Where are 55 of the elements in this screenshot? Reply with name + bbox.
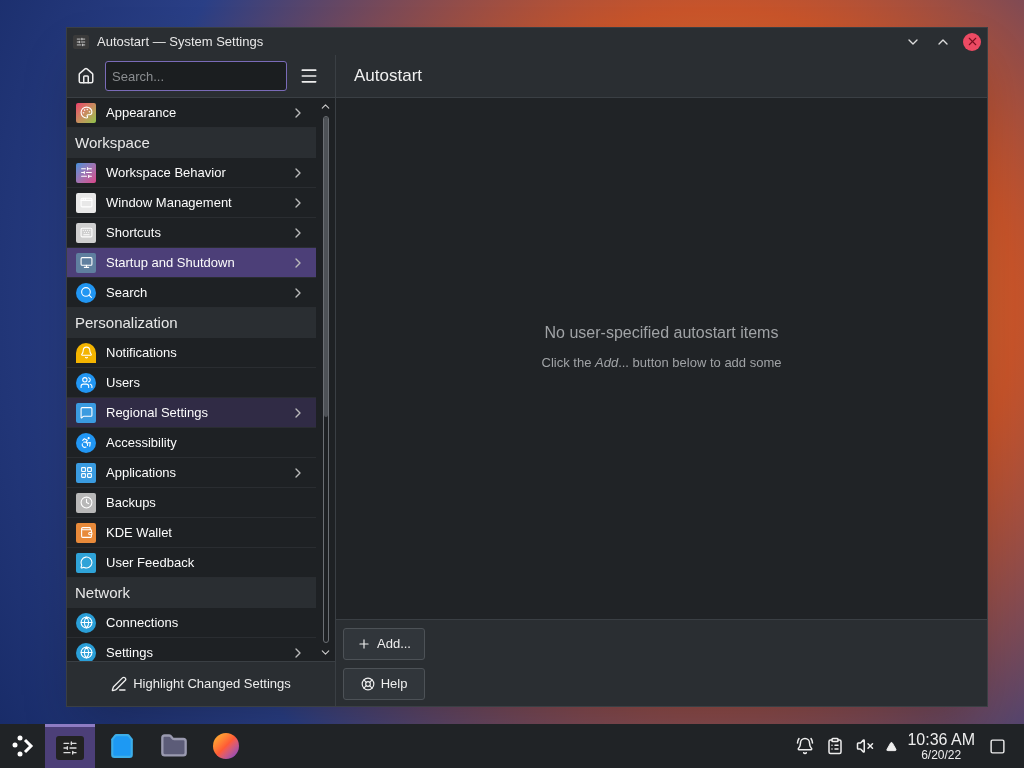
keyboard-icon xyxy=(76,222,96,243)
sidebar-item[interactable]: Connections xyxy=(67,608,316,638)
add-button[interactable]: Add... xyxy=(343,628,425,660)
browser-icon[interactable] xyxy=(213,733,239,759)
close-button[interactable] xyxy=(963,32,981,51)
clipboard-icon[interactable] xyxy=(826,737,845,755)
search-icon xyxy=(76,282,96,303)
show-desktop-icon[interactable] xyxy=(989,737,1006,755)
clock-time[interactable]: 10:36 AM xyxy=(907,731,975,748)
grid-icon xyxy=(76,462,96,483)
page-title: Autostart xyxy=(354,65,423,88)
notifications-icon[interactable] xyxy=(796,737,815,755)
sidebar-item[interactable]: Notifications xyxy=(67,338,316,368)
sidebar-item[interactable]: Applications xyxy=(67,458,316,488)
sidebar-item[interactable]: Regional Settings xyxy=(67,398,316,428)
task-button[interactable] xyxy=(45,724,95,768)
clock-date[interactable]: 6/20/22 xyxy=(921,748,962,761)
lifebuoy-icon xyxy=(360,677,375,691)
shopping-bag-icon[interactable] xyxy=(109,733,135,759)
window-icon xyxy=(76,192,96,213)
muted-speaker-icon[interactable] xyxy=(856,737,875,755)
help-button[interactable]: Help xyxy=(343,668,425,700)
expand-tray-icon[interactable] xyxy=(886,740,898,752)
feedback-icon xyxy=(76,552,96,573)
category-header: Personalization xyxy=(67,308,316,338)
wallet-icon xyxy=(76,522,96,543)
clock-icon xyxy=(76,492,96,513)
plus-icon xyxy=(357,637,371,651)
window-title: Autostart — System Settings xyxy=(97,32,265,51)
globe-icon xyxy=(76,642,96,661)
chat-icon xyxy=(76,402,96,423)
folder-icon[interactable] xyxy=(160,732,188,760)
category-header: Workspace xyxy=(67,128,316,158)
sliders-icon xyxy=(76,162,96,183)
sidebar-item[interactable]: Window Management xyxy=(67,188,316,218)
empty-title: No user-specified autostart items xyxy=(544,322,779,343)
accessibility-icon xyxy=(76,432,96,453)
bell-icon xyxy=(76,342,96,363)
palette-icon xyxy=(76,102,96,123)
settings-app-icon[interactable] xyxy=(56,735,84,760)
sidebar-item[interactable]: Workspace Behavior xyxy=(67,158,316,188)
search-field[interactable]: Search... xyxy=(105,61,287,91)
settings-app-icon xyxy=(73,34,89,49)
sidebar-item[interactable]: Startup and Shutdown xyxy=(67,248,316,278)
monitor-icon xyxy=(76,252,96,273)
category-header: Network xyxy=(67,578,316,608)
sidebar-item[interactable]: KDE Wallet xyxy=(67,518,316,548)
globe-icon xyxy=(76,612,96,633)
menu-icon[interactable] xyxy=(299,66,319,86)
home-icon[interactable] xyxy=(77,67,95,85)
sidebar-item[interactable]: Accessibility xyxy=(67,428,316,458)
users-icon xyxy=(76,372,96,393)
pen-icon xyxy=(111,676,128,692)
empty-hint: Click the Add... button below to add some xyxy=(541,353,782,372)
sidebar-item[interactable]: Backups xyxy=(67,488,316,518)
